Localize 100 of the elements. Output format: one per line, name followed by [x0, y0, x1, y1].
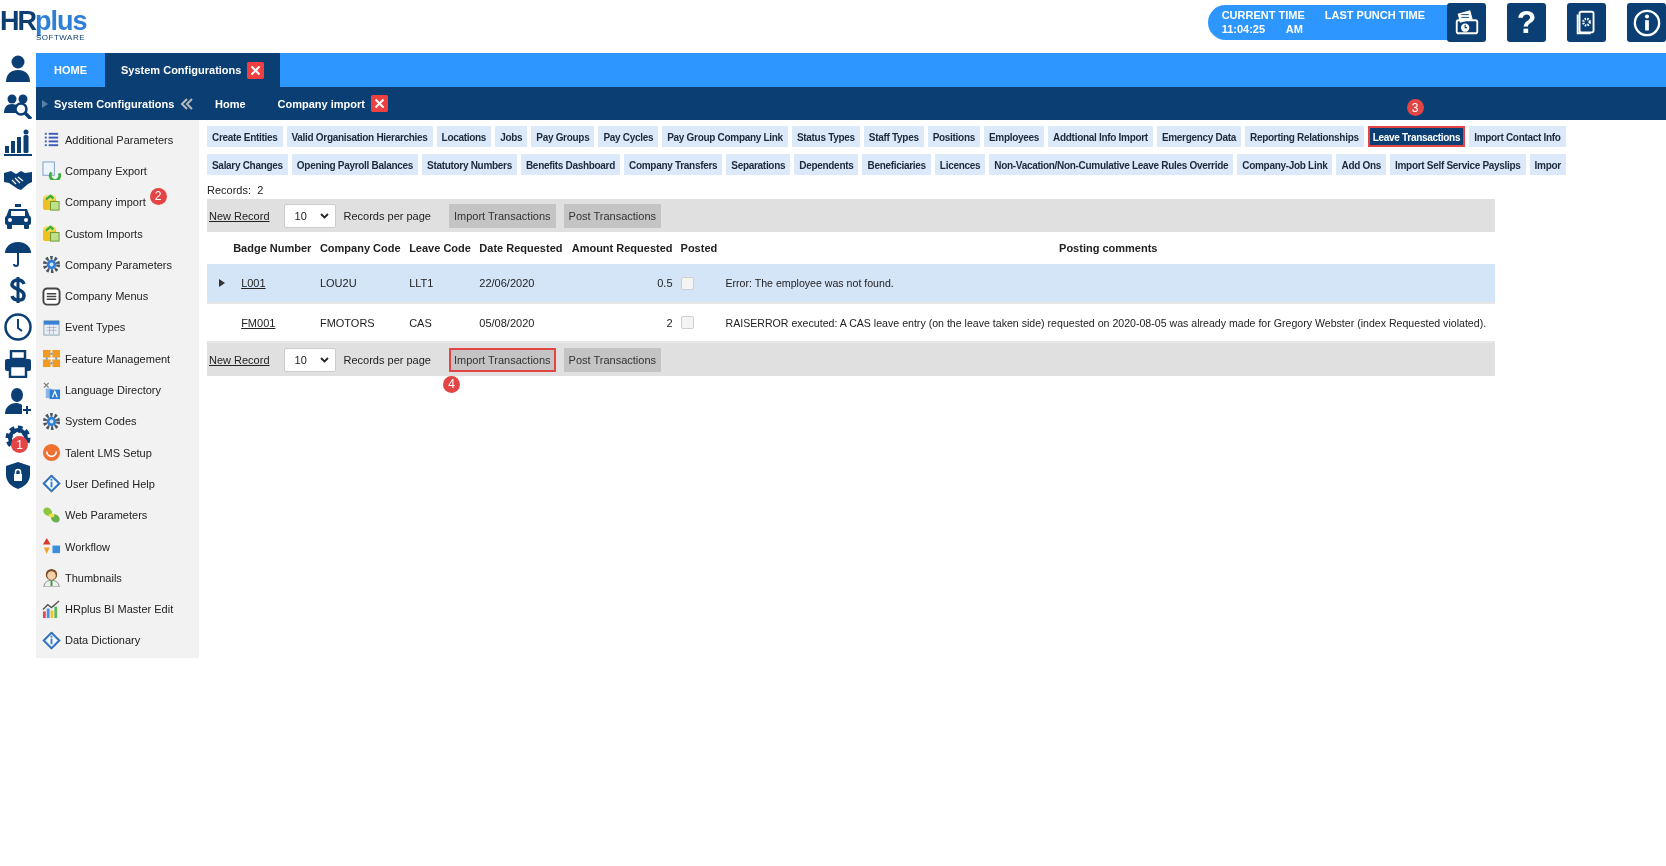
table-cell: 22/06/2020 — [475, 264, 568, 303]
tab[interactable]: Non-Vacation/Non-Cumulative Leave Rules Override — [989, 154, 1234, 175]
sidebar-item-label[interactable]: HRplus BI Master Edit — [65, 603, 174, 616]
tab[interactable]: Benefits Dashboard — [520, 154, 621, 175]
tab[interactable]: Staff Types — [863, 126, 924, 147]
sidebar-item-label[interactable]: Talent LMS Setup — [65, 446, 152, 459]
printer-icon[interactable] — [4, 350, 32, 378]
close-icon[interactable] — [247, 61, 265, 79]
new-record-link[interactable]: New Record — [209, 353, 270, 366]
sidebar-item-label[interactable]: Web Parameters — [65, 509, 148, 522]
sidebar-item-label[interactable]: User Defined Help — [65, 477, 155, 490]
help-button[interactable]: ? — [1507, 3, 1546, 42]
tab[interactable]: Company-Job Link — [1237, 154, 1333, 175]
workflow-icon — [42, 537, 61, 556]
sidebar-item-label[interactable]: Thumbnails — [65, 571, 122, 584]
table-cell: 0.5 — [567, 264, 677, 303]
car-icon[interactable] — [4, 202, 32, 230]
tab[interactable]: System Configurations — [105, 53, 281, 87]
sidebar-item-label[interactable]: Company Menus — [65, 290, 149, 303]
clock-icon[interactable] — [4, 313, 32, 341]
sidebar-item-label[interactable]: Company import — [65, 196, 146, 209]
info-button[interactable] — [1627, 3, 1666, 42]
gear-icon — [42, 411, 61, 431]
sidebar-item-label[interactable]: Language Directory — [65, 384, 161, 396]
tab[interactable]: Opening Payroll Balances — [291, 154, 419, 175]
punch-clock-button[interactable] — [1447, 3, 1486, 42]
column-header: Posting comments — [721, 232, 1495, 264]
tab[interactable]: Beneficiaries — [862, 154, 931, 175]
sidebar-item-label[interactable]: Company Parameters — [65, 258, 172, 271]
logo: HRplus SOFTWARE — [0, 8, 88, 40]
add-user-icon[interactable] — [4, 387, 32, 415]
calendar-icon — [42, 317, 61, 337]
sidebar-item-label[interactable]: Workflow — [65, 540, 111, 553]
badge-number-link[interactable]: FM001 — [241, 316, 276, 329]
action-button[interactable]: Import Transactions — [449, 347, 556, 372]
tab[interactable]: Valid Organisation Hierarchies — [286, 126, 433, 147]
page-size-select[interactable]: 10 — [283, 203, 336, 228]
tab[interactable]: Create Entities — [207, 126, 283, 147]
tab[interactable]: Jobs — [495, 126, 528, 147]
sidebar-item-label[interactable]: Data Dictionary — [65, 634, 141, 647]
tab[interactable]: Positions — [927, 126, 980, 147]
settings-book-button[interactable] — [1567, 3, 1606, 42]
badge-number-link[interactable]: L001 — [241, 277, 266, 289]
tab[interactable]: Statutory Numbers — [422, 154, 517, 175]
info-diamond-icon — [42, 630, 61, 650]
tab[interactable]: Import Contact Info — [1469, 126, 1566, 147]
tab[interactable]: Pay Groups — [531, 126, 595, 147]
database-arrow-icon — [42, 192, 61, 212]
tab[interactable]: Addtional Info Import — [1048, 126, 1153, 147]
smile-icon — [42, 443, 61, 463]
records-count: Records: 2 — [207, 184, 265, 196]
close-icon[interactable] — [370, 95, 388, 112]
sidebar-item-label[interactable]: Additional Parameters — [65, 133, 174, 146]
person-icon — [42, 568, 61, 588]
clock-value: 11:04:25 AM — [1221, 22, 1304, 36]
checkbox[interactable] — [680, 316, 694, 329]
column-header: Date Requested — [475, 232, 568, 264]
sidebar-item-label[interactable]: Feature Management — [65, 352, 171, 365]
column-header: Badge Number — [229, 232, 316, 264]
sidebar-item-label[interactable]: System Codes — [65, 415, 137, 428]
tab[interactable]: Reporting Relationships — [1245, 126, 1364, 147]
tab[interactable]: Salary Changes — [207, 154, 288, 175]
tab[interactable]: Separations — [726, 154, 791, 175]
tab[interactable]: Impor — [1529, 154, 1566, 175]
tab[interactable]: Company import — [261, 87, 404, 120]
tab[interactable]: Leave Transactions — [1367, 126, 1466, 147]
tab[interactable]: Licences — [934, 154, 986, 175]
column-header: Leave Code — [405, 232, 476, 264]
new-record-link[interactable]: New Record — [209, 209, 270, 222]
database-arrow-icon — [42, 224, 61, 244]
sidebar-item-label[interactable]: Company Export — [65, 164, 147, 177]
section-title: System Configurations — [54, 97, 175, 110]
tab[interactable]: Emergency Data — [1156, 126, 1242, 147]
records-per-page-label: Records per page — [343, 209, 431, 222]
collapse-icon[interactable] — [180, 97, 195, 110]
umbrella-icon[interactable] — [4, 239, 32, 267]
action-button[interactable]: Import Transactions — [449, 203, 556, 228]
checkbox[interactable] — [680, 276, 694, 290]
expand-icon[interactable] — [219, 279, 225, 287]
tab[interactable]: Import Self Service Payslips — [1390, 154, 1526, 175]
tab[interactable]: Dependents — [794, 154, 859, 175]
shield-lock-icon[interactable] — [4, 461, 32, 489]
tab[interactable]: Locations — [436, 126, 492, 147]
sidebar-item-label[interactable]: Custom Imports — [65, 227, 143, 240]
sidebar-item-label[interactable]: Event Types — [65, 321, 126, 334]
tab[interactable]: Pay Cycles — [598, 126, 659, 147]
page-size-select[interactable]: 10 — [283, 347, 336, 372]
tab[interactable]: Status Types — [791, 126, 860, 147]
tab[interactable]: Add Ons — [1336, 154, 1387, 175]
document-arrow-icon — [42, 161, 61, 181]
action-button[interactable]: Post Transactions — [563, 203, 661, 228]
tab[interactable]: Pay Group Company Link — [662, 126, 788, 147]
user-icon[interactable] — [4, 54, 32, 82]
tab[interactable]: Home — [199, 87, 262, 120]
chart-person-icon[interactable] — [4, 128, 32, 156]
table-cell: LOU2U — [315, 264, 406, 303]
info-diamond-icon — [42, 474, 61, 494]
tab[interactable]: Company Transfers — [624, 154, 723, 175]
action-button[interactable]: Post Transactions — [563, 347, 661, 372]
tab[interactable]: Employees — [983, 126, 1045, 147]
